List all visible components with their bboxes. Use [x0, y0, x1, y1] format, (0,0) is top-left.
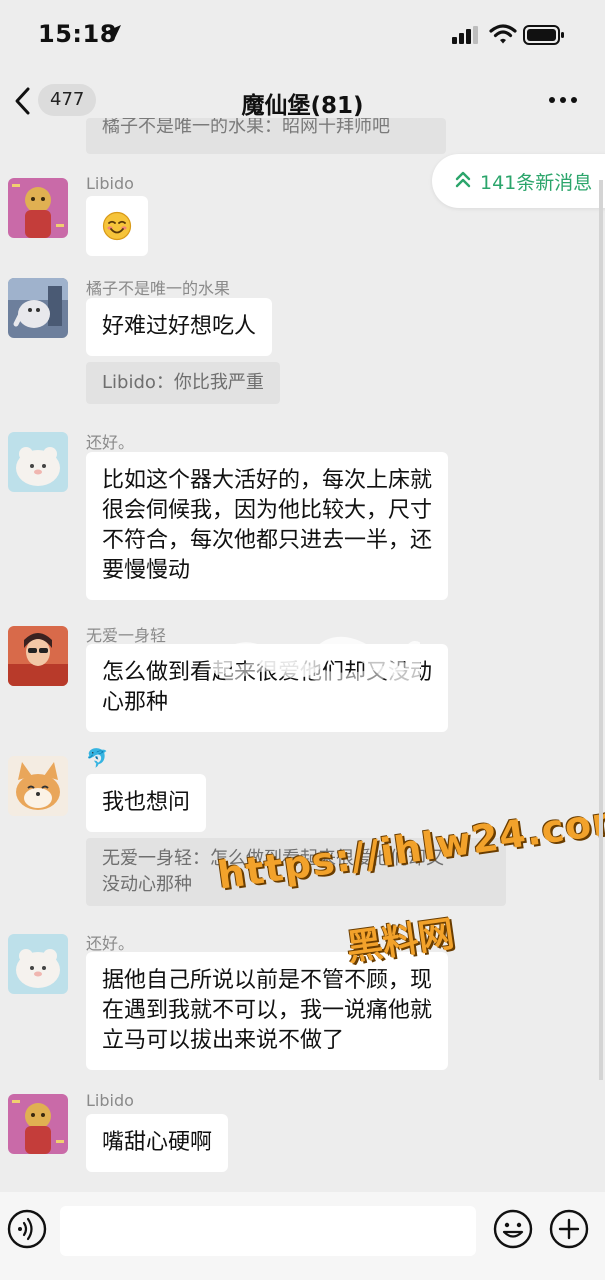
- message-bubble[interactable]: 怎么做到看起来很爱他们却又没动 心那种: [86, 644, 449, 732]
- message-line: 在遇到我就不可以，我一说痛他就: [102, 998, 433, 1023]
- message-bubble[interactable]: 我也想问: [86, 774, 207, 832]
- more-options-icon[interactable]: [548, 96, 578, 104]
- message-line: 怎么做到看起来很爱他们却又没动: [102, 660, 433, 685]
- avatar[interactable]: [8, 756, 68, 816]
- message-line: 很会伺候我，因为他比较大，尺寸: [102, 498, 433, 523]
- emoji-icon[interactable]: [492, 1208, 534, 1250]
- message-bubble[interactable]: 比如这个器大活好的，每次上床就 很会伺候我，因为他比较大，尺寸 不符合，每次他都…: [86, 452, 449, 600]
- message-bubble[interactable]: [86, 196, 148, 256]
- quoted-message[interactable]: Libido：你比我严重: [86, 362, 280, 404]
- status-bar: 15:18: [0, 0, 605, 70]
- message-line: 据他自己所说以前是不管不顾，现: [102, 968, 433, 993]
- message-line: 不符合，每次他都只进去一半，还: [102, 528, 433, 553]
- smiling-face-icon: [102, 211, 132, 241]
- cut-off-quote-text: 橘子不是唯一的水果：昭网十拜师吧: [102, 118, 390, 137]
- quote-line: 没动心那种: [102, 874, 192, 895]
- message-line: 立马可以拔出来说不做了: [102, 1028, 345, 1053]
- message-line: 要慢慢动: [102, 558, 191, 583]
- avatar[interactable]: [8, 178, 68, 238]
- scroll-edge: [599, 180, 603, 1080]
- sender-name: 🐬: [86, 748, 109, 769]
- sender-name: Libido: [86, 1091, 134, 1110]
- sender-name: 还好。: [86, 934, 135, 953]
- cellular-signal-icon: [452, 26, 478, 44]
- message-bubble[interactable]: 据他自己所说以前是不管不顾，现 在遇到我就不可以，我一说痛他就 立马可以拔出来说…: [86, 952, 449, 1070]
- sender-name: 橘子不是唯一的水果: [86, 279, 231, 298]
- chat-title: 魔仙堡(81): [241, 93, 364, 119]
- location-arrow-icon: [105, 25, 121, 41]
- sender-name: Libido: [86, 174, 134, 193]
- message-line: 比如这个器大活好的，每次上床就: [102, 468, 433, 493]
- message-bubble[interactable]: 嘴甜心硬啊: [86, 1114, 229, 1172]
- message-bubble[interactable]: 好难过好想吃人: [86, 298, 273, 356]
- avatar[interactable]: [8, 1094, 68, 1154]
- input-bar: [0, 1192, 605, 1280]
- quoted-message[interactable]: 无爱一身轻：怎么做到看起来很爱他们却又 没动心那种: [86, 838, 506, 906]
- quote-line: 无爱一身轻：怎么做到看起来很爱他们却又: [102, 848, 444, 869]
- sender-name: 无爱一身轻: [86, 626, 167, 645]
- avatar[interactable]: [8, 278, 68, 338]
- plus-icon[interactable]: [548, 1208, 590, 1250]
- message-line: 心那种: [102, 690, 169, 715]
- new-messages-label: 141条新消息: [480, 172, 593, 194]
- wifi-icon: [489, 24, 517, 44]
- new-messages-pill[interactable]: 141条新消息: [432, 154, 605, 208]
- cut-off-quote: 橘子不是唯一的水果：昭网十拜师吧: [86, 118, 446, 154]
- avatar[interactable]: [8, 626, 68, 686]
- avatar[interactable]: [8, 432, 68, 492]
- avatar[interactable]: [8, 934, 68, 994]
- voice-input-icon[interactable]: [6, 1208, 48, 1250]
- double-chevron-up-icon: [455, 171, 471, 188]
- sender-name: 还好。: [86, 433, 135, 452]
- battery-icon: [523, 25, 564, 45]
- message-input[interactable]: [60, 1206, 476, 1256]
